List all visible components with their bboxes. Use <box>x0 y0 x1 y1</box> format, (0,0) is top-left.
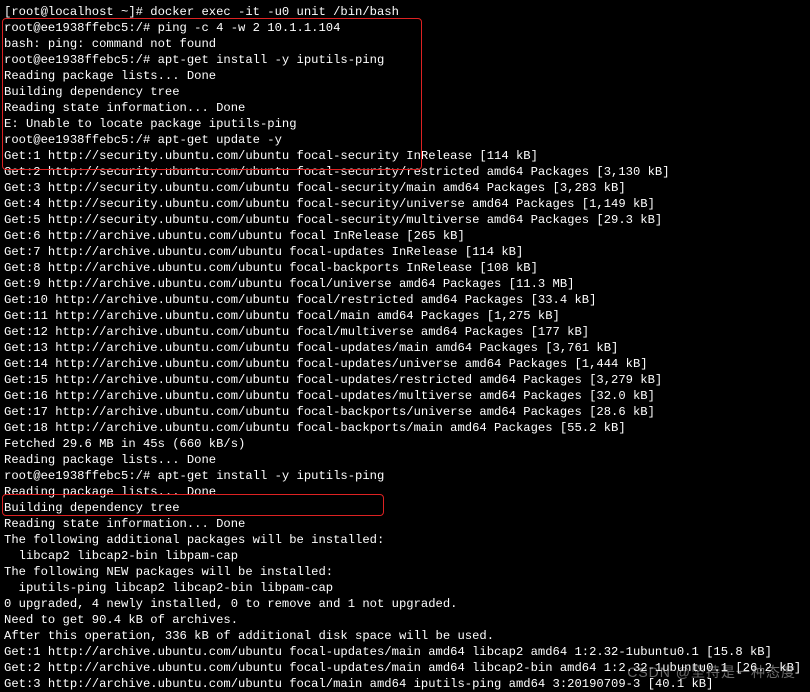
terminal-line: Building dependency tree <box>4 500 806 516</box>
terminal-line: root@ee1938ffebc5:/# apt-get install -y … <box>4 52 806 68</box>
terminal-line: Get:10 http://archive.ubuntu.com/ubuntu … <box>4 292 806 308</box>
terminal-line: Reading package lists... Done <box>4 68 806 84</box>
terminal-output[interactable]: [root@localhost ~]# docker exec -it -u0 … <box>4 4 806 692</box>
terminal-line: The following additional packages will b… <box>4 532 806 548</box>
terminal-line: iputils-ping libcap2 libcap2-bin libpam-… <box>4 580 806 596</box>
watermark: CSDN @坚持是一种态度 <box>627 664 796 680</box>
terminal-line: root@ee1938ffebc5:/# ping -c 4 -w 2 10.1… <box>4 20 806 36</box>
terminal-line: [root@localhost ~]# docker exec -it -u0 … <box>4 4 806 20</box>
terminal-line: Reading state information... Done <box>4 516 806 532</box>
terminal-line: Get:1 http://archive.ubuntu.com/ubuntu f… <box>4 644 806 660</box>
terminal-line: Building dependency tree <box>4 84 806 100</box>
terminal-line: 0 upgraded, 4 newly installed, 0 to remo… <box>4 596 806 612</box>
terminal-line: After this operation, 336 kB of addition… <box>4 628 806 644</box>
terminal-line: root@ee1938ffebc5:/# apt-get update -y <box>4 132 806 148</box>
terminal-line: Get:5 http://security.ubuntu.com/ubuntu … <box>4 212 806 228</box>
terminal-line: Get:4 http://security.ubuntu.com/ubuntu … <box>4 196 806 212</box>
terminal-line: root@ee1938ffebc5:/# apt-get install -y … <box>4 468 806 484</box>
terminal-line: The following NEW packages will be insta… <box>4 564 806 580</box>
terminal-line: Reading state information... Done <box>4 100 806 116</box>
terminal-line: Get:1 http://security.ubuntu.com/ubuntu … <box>4 148 806 164</box>
terminal-line: Reading package lists... Done <box>4 452 806 468</box>
terminal-line: Get:8 http://archive.ubuntu.com/ubuntu f… <box>4 260 806 276</box>
terminal-line: Get:16 http://archive.ubuntu.com/ubuntu … <box>4 388 806 404</box>
terminal-line: Get:11 http://archive.ubuntu.com/ubuntu … <box>4 308 806 324</box>
terminal-line: Fetched 29.6 MB in 45s (660 kB/s) <box>4 436 806 452</box>
terminal-line: Need to get 90.4 kB of archives. <box>4 612 806 628</box>
terminal-line: Get:7 http://archive.ubuntu.com/ubuntu f… <box>4 244 806 260</box>
terminal-line: bash: ping: command not found <box>4 36 806 52</box>
terminal-line: Reading package lists... Done <box>4 484 806 500</box>
terminal-line: Get:12 http://archive.ubuntu.com/ubuntu … <box>4 324 806 340</box>
terminal-line: E: Unable to locate package iputils-ping <box>4 116 806 132</box>
terminal-line: Get:18 http://archive.ubuntu.com/ubuntu … <box>4 420 806 436</box>
terminal-line: Get:3 http://security.ubuntu.com/ubuntu … <box>4 180 806 196</box>
terminal-line: Get:2 http://security.ubuntu.com/ubuntu … <box>4 164 806 180</box>
terminal-line: Get:17 http://archive.ubuntu.com/ubuntu … <box>4 404 806 420</box>
terminal-line: Get:6 http://archive.ubuntu.com/ubuntu f… <box>4 228 806 244</box>
terminal-line: Get:15 http://archive.ubuntu.com/ubuntu … <box>4 372 806 388</box>
terminal-line: Get:14 http://archive.ubuntu.com/ubuntu … <box>4 356 806 372</box>
terminal-line: Get:9 http://archive.ubuntu.com/ubuntu f… <box>4 276 806 292</box>
terminal-line: Get:13 http://archive.ubuntu.com/ubuntu … <box>4 340 806 356</box>
terminal-line: libcap2 libcap2-bin libpam-cap <box>4 548 806 564</box>
